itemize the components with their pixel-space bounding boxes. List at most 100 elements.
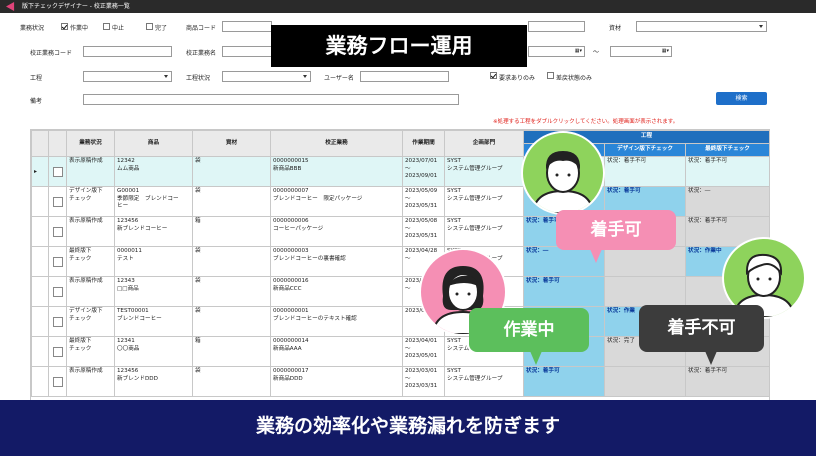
row-select-checkbox[interactable] <box>52 377 63 387</box>
product-cell: TEST00001 ブレンドコーヒー <box>114 306 193 337</box>
cell-line: 〇〇商品 <box>117 345 140 352</box>
user-name-input[interactable] <box>360 71 449 82</box>
col-period-header[interactable]: 作業期間 <box>402 130 445 157</box>
row-select-checkbox[interactable] <box>52 347 63 357</box>
row-select-checkbox[interactable] <box>52 257 63 267</box>
col-product-header[interactable]: 商品 <box>114 130 193 157</box>
col-dept-header[interactable]: 企画部門 <box>444 130 524 157</box>
cell-line: 12342 <box>117 158 135 164</box>
cell-line: SYST <box>447 188 461 194</box>
cell-line: 季節限定 ブレンドコー <box>117 195 179 202</box>
cell-line: 0000000017 <box>273 368 309 374</box>
material-cell: 袋 <box>192 306 271 337</box>
process-2-cell[interactable] <box>604 366 686 397</box>
row-select-cell[interactable] <box>48 306 67 337</box>
proof-cell[interactable]: 0000000003 ブレンドコーヒーの裏書確認 <box>270 246 403 277</box>
cell-line: 新ブレンドDDD <box>117 375 158 382</box>
cell-line: 0000000015 <box>273 158 309 164</box>
search-button[interactable]: 検索 <box>716 92 767 105</box>
product-code-input[interactable] <box>222 21 272 32</box>
process-2-cell[interactable]: 状況：着手不可 <box>604 156 686 187</box>
cell-line: TEST00001 <box>117 308 149 314</box>
process-status-label: 工程状況 <box>186 75 211 82</box>
proof-cell[interactable]: 0000000016 新商品CCC <box>270 276 403 307</box>
process-status-select[interactable] <box>222 71 311 82</box>
table-row[interactable]: 最終版下 チェック 0000011 テスト袋 0000000003 ブレンドコーヒーの裏… <box>31 246 769 277</box>
process-1-cell[interactable]: 状況：着手可 <box>523 366 605 397</box>
process-1-cell[interactable]: 状況：着手可 <box>523 276 605 307</box>
cell-line: 2023/05/31 <box>405 203 438 209</box>
cell-line: システム管理グループ <box>447 195 503 202</box>
process-label: 工程 <box>30 75 43 82</box>
row-select-checkbox[interactable] <box>52 287 63 297</box>
product-name-input[interactable] <box>528 21 585 32</box>
cell-line: ～ <box>405 375 411 382</box>
calendar-icon[interactable]: ▦▾ <box>575 48 582 54</box>
row-indicator <box>31 246 49 277</box>
proof-code-input[interactable] <box>83 46 172 57</box>
row-select-checkbox[interactable] <box>52 317 63 327</box>
proof-cell[interactable]: 0000000015 新商品BBB <box>270 156 403 187</box>
row-select-checkbox[interactable] <box>52 167 63 177</box>
process-3-cell[interactable]: 状況：― <box>684 186 769 217</box>
period-cell: 2023/04/01 ～ 2023/05/01 <box>402 336 445 367</box>
product-cell: 12341 〇〇商品 <box>114 336 193 367</box>
table-row[interactable]: 表示原稿作成 123456 新ブレンドDDD 袋 0000000017 新商品DDD 202… <box>31 366 769 397</box>
proof-cell[interactable]: 0000000007 ブレンドコーヒー 限定パッケージ <box>270 186 403 217</box>
dept-cell: SYSTシステム管理グループ <box>444 366 524 397</box>
proof-cell[interactable]: 0000000017 新商品DDD <box>270 366 403 397</box>
row-select-cell[interactable] <box>48 156 67 187</box>
cell-line: 新商品CCC <box>273 285 302 292</box>
table-row[interactable]: ▸ 表示原稿作成 12342 ムム商品袋 0000000015 新商品BBB 2023/07… <box>31 156 769 187</box>
instruction-note: ※処理する工程をダブルクリックしてください。処理画面が表示されます。 <box>493 119 679 125</box>
proof-name-input[interactable] <box>222 46 272 57</box>
row-indicator: ▸ <box>31 156 49 187</box>
date-range-separator: ～ <box>593 49 600 56</box>
proof-code-label: 校正業務コード <box>30 50 73 57</box>
row-select-checkbox[interactable] <box>52 227 63 237</box>
table-row[interactable]: 表示原稿作成 12343 □□商品袋 0000000016 新商品CCC 2023/～状況… <box>31 276 769 307</box>
row-select-cell[interactable] <box>48 336 67 367</box>
proof-cell[interactable]: 0000000001 ブレンドコーヒーのテキスト確認 <box>270 306 403 337</box>
row-select-cell[interactable] <box>48 216 67 247</box>
proof-cell[interactable]: 0000000014 新商品AAA <box>270 336 403 367</box>
row-select-cell[interactable] <box>48 276 67 307</box>
status-stopped-checkbox[interactable] <box>103 23 110 30</box>
cell-line: 新商品DDD <box>273 375 303 382</box>
row-select-checkbox[interactable] <box>52 197 63 207</box>
process-select[interactable] <box>83 71 172 82</box>
period-cell: 2023/03/01 ～ 2023/03/31 <box>402 366 445 397</box>
process-2-cell[interactable] <box>604 246 686 277</box>
proof-name-label: 校正業務名 <box>186 50 217 57</box>
calendar-icon[interactable]: ▦▾ <box>662 48 669 54</box>
date-from-input[interactable]: ▦▾ <box>528 46 585 57</box>
col-material-header[interactable]: 資材 <box>192 130 271 157</box>
status-done-checkbox[interactable] <box>146 23 153 30</box>
cell-line: 2023/07/01 <box>405 158 438 164</box>
request-only-checkbox[interactable] <box>490 72 497 79</box>
cell-line: 2023/05/01 <box>405 353 438 359</box>
status-cell: 表示原稿作成 <box>66 366 115 397</box>
status-working-label: 作業中 <box>70 25 89 32</box>
remarks-input[interactable] <box>83 94 459 105</box>
status-working-checkbox[interactable] <box>61 23 68 30</box>
process-3-cell[interactable]: 状況：着手不可 <box>684 366 769 397</box>
process-3-cell[interactable]: 状況：着手不可 <box>684 156 769 187</box>
row-select-cell[interactable] <box>48 186 67 217</box>
row-select-cell[interactable] <box>48 246 67 277</box>
date-to-input[interactable]: ▦▾ <box>610 46 672 57</box>
proof-cell[interactable]: 0000000006 コーヒーパッケージ <box>270 216 403 247</box>
proof-task-grid: 業務状況 商品 資材 校正業務 作業期間 企画部門 工程 デザイン版下チェック … <box>30 129 770 402</box>
status-done-label: 完了 <box>155 25 168 32</box>
row-select-cell[interactable] <box>48 366 67 397</box>
col-proof-header[interactable]: 校正業務 <box>270 130 403 157</box>
material-cell: 袋 <box>192 156 271 187</box>
request-only-label: 要求ありのみ <box>499 75 536 82</box>
grid-indicator-header <box>31 130 49 157</box>
material-select[interactable] <box>636 21 767 32</box>
returned-only-checkbox[interactable] <box>547 72 554 79</box>
process-2-cell[interactable] <box>604 276 686 307</box>
cell-line: 2023/04/28 <box>405 248 438 254</box>
col-status-header[interactable]: 業務状況 <box>66 130 115 157</box>
cell-line: 0000000003 <box>273 248 309 254</box>
